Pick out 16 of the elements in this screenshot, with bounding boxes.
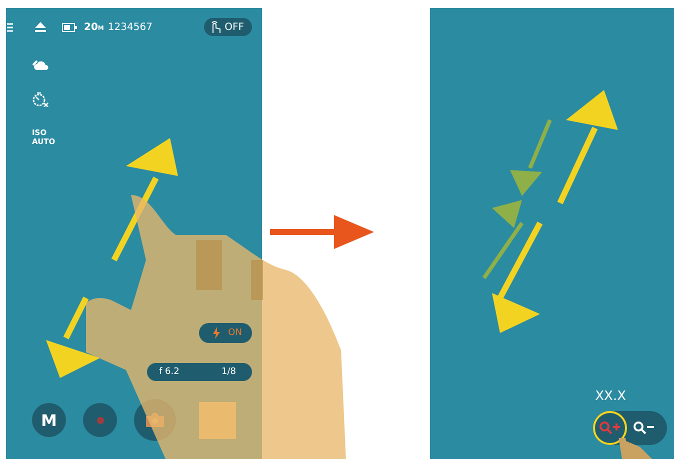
lightning-icon <box>213 327 220 339</box>
menu-icon[interactable] <box>7 22 13 32</box>
shutter-speed-value: 1/8 <box>222 367 236 377</box>
right-arrow-icon <box>270 214 374 248</box>
aperture-value: f 6.2 <box>159 367 180 377</box>
zoom-out-icon <box>633 421 655 435</box>
battery-icon <box>62 22 77 32</box>
zoom-in-icon <box>599 421 621 435</box>
zoom-value: XX.X <box>595 389 626 404</box>
eject-icon <box>35 22 46 32</box>
timer-off-icon[interactable] <box>32 92 49 107</box>
touch-icon <box>210 20 222 34</box>
cloud-icon[interactable] <box>32 59 50 70</box>
touch-shutter-button[interactable]: OFF <box>204 18 252 36</box>
mode-button[interactable]: M <box>32 403 66 437</box>
shots-remaining: 1234567 <box>108 22 152 32</box>
